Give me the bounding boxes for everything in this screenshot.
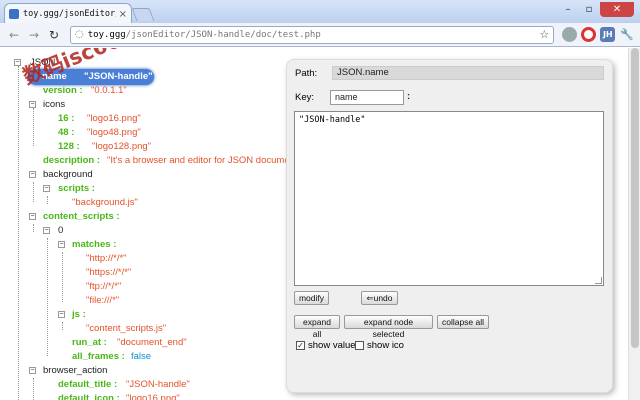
ring-extension-icon[interactable] [581, 27, 597, 42]
expand-all-button[interactable]: expand all [294, 315, 340, 339]
node-key: scripts : [58, 183, 95, 194]
globe-extension-icon[interactable] [562, 27, 578, 42]
new-tab-button[interactable] [131, 8, 155, 21]
node-value[interactable]: "JSON-handle" [126, 378, 190, 392]
tree-guide [62, 322, 63, 330]
back-icon[interactable]: ← [6, 27, 22, 43]
forward-icon[interactable]: → [26, 27, 42, 43]
collapse-toggle[interactable]: − [14, 59, 21, 66]
show-ico-label: show ico [367, 340, 404, 351]
node-key: js : [72, 309, 86, 320]
node-value[interactable]: "logo16.png" [87, 112, 141, 126]
node-key: description : [43, 155, 101, 166]
close-window-button[interactable]: ✕ [600, 2, 634, 17]
node-value[interactable]: "logo48.png" [87, 126, 141, 140]
wrench-menu-icon[interactable]: 🔧 [620, 28, 634, 41]
node-key: all_frames : [72, 351, 125, 362]
tree-guide [33, 378, 34, 400]
page-info-icon[interactable]: ◌ [75, 29, 84, 40]
editor-panel: Path: JSON.name Key: name : "JSON-handle… [286, 59, 613, 393]
collapse-toggle[interactable]: − [29, 171, 36, 178]
node-key: run_at : [72, 337, 107, 348]
node-key: 128 : [58, 141, 80, 152]
node-label[interactable]: 0 [58, 224, 63, 238]
node-value[interactable]: "It's a browser and editor for JSON docu… [107, 154, 300, 168]
window-controls: – ▫ ✕ [558, 2, 634, 17]
bookmark-star-icon[interactable]: ☆ [539, 28, 549, 41]
title-bar: toy.ggg/jsonEditor/JSON- × – ▫ ✕ [0, 0, 640, 24]
node-key: name [42, 71, 67, 82]
node-value: "JSON-handle" [84, 71, 153, 82]
url-path: /jsonEditor/JSON-handle/doc/test.php [125, 29, 321, 40]
node-key: content_scripts : [43, 211, 120, 222]
collapse-all-button[interactable]: collapse all [437, 315, 489, 329]
maximize-button[interactable]: ▫ [579, 2, 599, 17]
key-colon: : [407, 91, 411, 102]
tree-guide [33, 182, 34, 202]
node-value[interactable]: "http://*/*" [86, 252, 127, 266]
node-value[interactable]: "logo128.png" [92, 140, 151, 154]
scrollbar-thumb[interactable] [631, 48, 639, 348]
path-field: JSON.name [332, 66, 604, 80]
tree-guide [33, 108, 34, 146]
node-value[interactable]: "ftp://*/*" [86, 280, 121, 294]
collapse-toggle[interactable]: − [58, 241, 65, 248]
node-label[interactable]: icons [43, 98, 65, 112]
selected-node-highlight[interactable]: name "JSON-handle" [28, 69, 154, 85]
path-label: Path: [295, 68, 318, 79]
undo-button[interactable]: ⇐undo [361, 291, 398, 305]
url-host: toy.ggg [87, 29, 126, 40]
vertical-scrollbar[interactable] [628, 48, 640, 400]
node-key: matches : [72, 239, 117, 250]
node-key: default_title : [58, 379, 118, 390]
key-label: Key: [295, 92, 315, 103]
page-content: − JSON name "JSON-handle" version : "0.0… [0, 48, 628, 400]
collapse-toggle[interactable]: − [43, 227, 50, 234]
show-ico-checkbox[interactable] [355, 341, 364, 350]
collapse-toggle[interactable]: − [58, 311, 65, 318]
node-label[interactable]: background [43, 168, 93, 182]
tab-title: toy.ggg/jsonEditor/JSON- [23, 9, 116, 19]
node-value[interactable]: "0.0.1.1" [91, 84, 127, 98]
show-value-label: show value [308, 340, 356, 351]
node-value[interactable]: "logo16.png" [126, 392, 180, 400]
resize-grip-icon[interactable] [595, 277, 602, 284]
collapse-toggle[interactable]: − [29, 101, 36, 108]
modify-button[interactable]: modify [294, 291, 329, 305]
node-key: default_icon : [58, 393, 120, 400]
tree-guide [47, 196, 48, 204]
node-label[interactable]: JSON [30, 56, 55, 70]
node-value[interactable]: "content_scripts.js" [86, 322, 166, 336]
minimize-button[interactable]: – [558, 2, 578, 17]
collapse-toggle[interactable]: − [43, 185, 50, 192]
tree-guide [62, 252, 63, 302]
address-bar[interactable]: ◌ toy.ggg/jsonEditor/JSON-handle/doc/tes… [70, 25, 555, 44]
reload-icon[interactable]: ↻ [46, 27, 62, 43]
page-favicon-icon [9, 9, 19, 19]
json-tree: − JSON name "JSON-handle" version : "0.0… [0, 48, 300, 400]
browser-tab[interactable]: toy.ggg/jsonEditor/JSON- × [4, 3, 132, 24]
node-value[interactable]: "https://*/*" [86, 266, 131, 280]
tab-close-icon[interactable]: × [119, 9, 127, 20]
node-key: 16 : [58, 113, 75, 124]
collapse-toggle[interactable]: − [29, 367, 36, 374]
tree-guide [47, 238, 48, 356]
node-label[interactable]: browser_action [43, 364, 107, 378]
show-value-checkbox[interactable]: ✓ [296, 341, 305, 350]
tree-guide [33, 224, 34, 232]
key-input[interactable]: name [330, 90, 404, 105]
value-text: "JSON-handle" [299, 115, 366, 125]
browser-toolbar: ← → ↻ ◌ toy.ggg/jsonEditor/JSON-handle/d… [0, 23, 640, 47]
expand-node-selected-button[interactable]: expand node selected [344, 315, 433, 339]
collapse-toggle[interactable]: − [29, 213, 36, 220]
node-key: version : [43, 85, 83, 96]
node-key: 48 : [58, 127, 75, 138]
node-value[interactable]: "background.js" [72, 196, 138, 210]
tree-guide [18, 66, 19, 400]
node-value[interactable]: "document_end" [117, 336, 187, 350]
node-value[interactable]: "file:///*" [86, 294, 119, 308]
node-value[interactable]: false [131, 350, 151, 364]
json-handle-extension-icon[interactable]: JH [600, 27, 616, 42]
value-editor[interactable]: "JSON-handle" [294, 111, 604, 286]
